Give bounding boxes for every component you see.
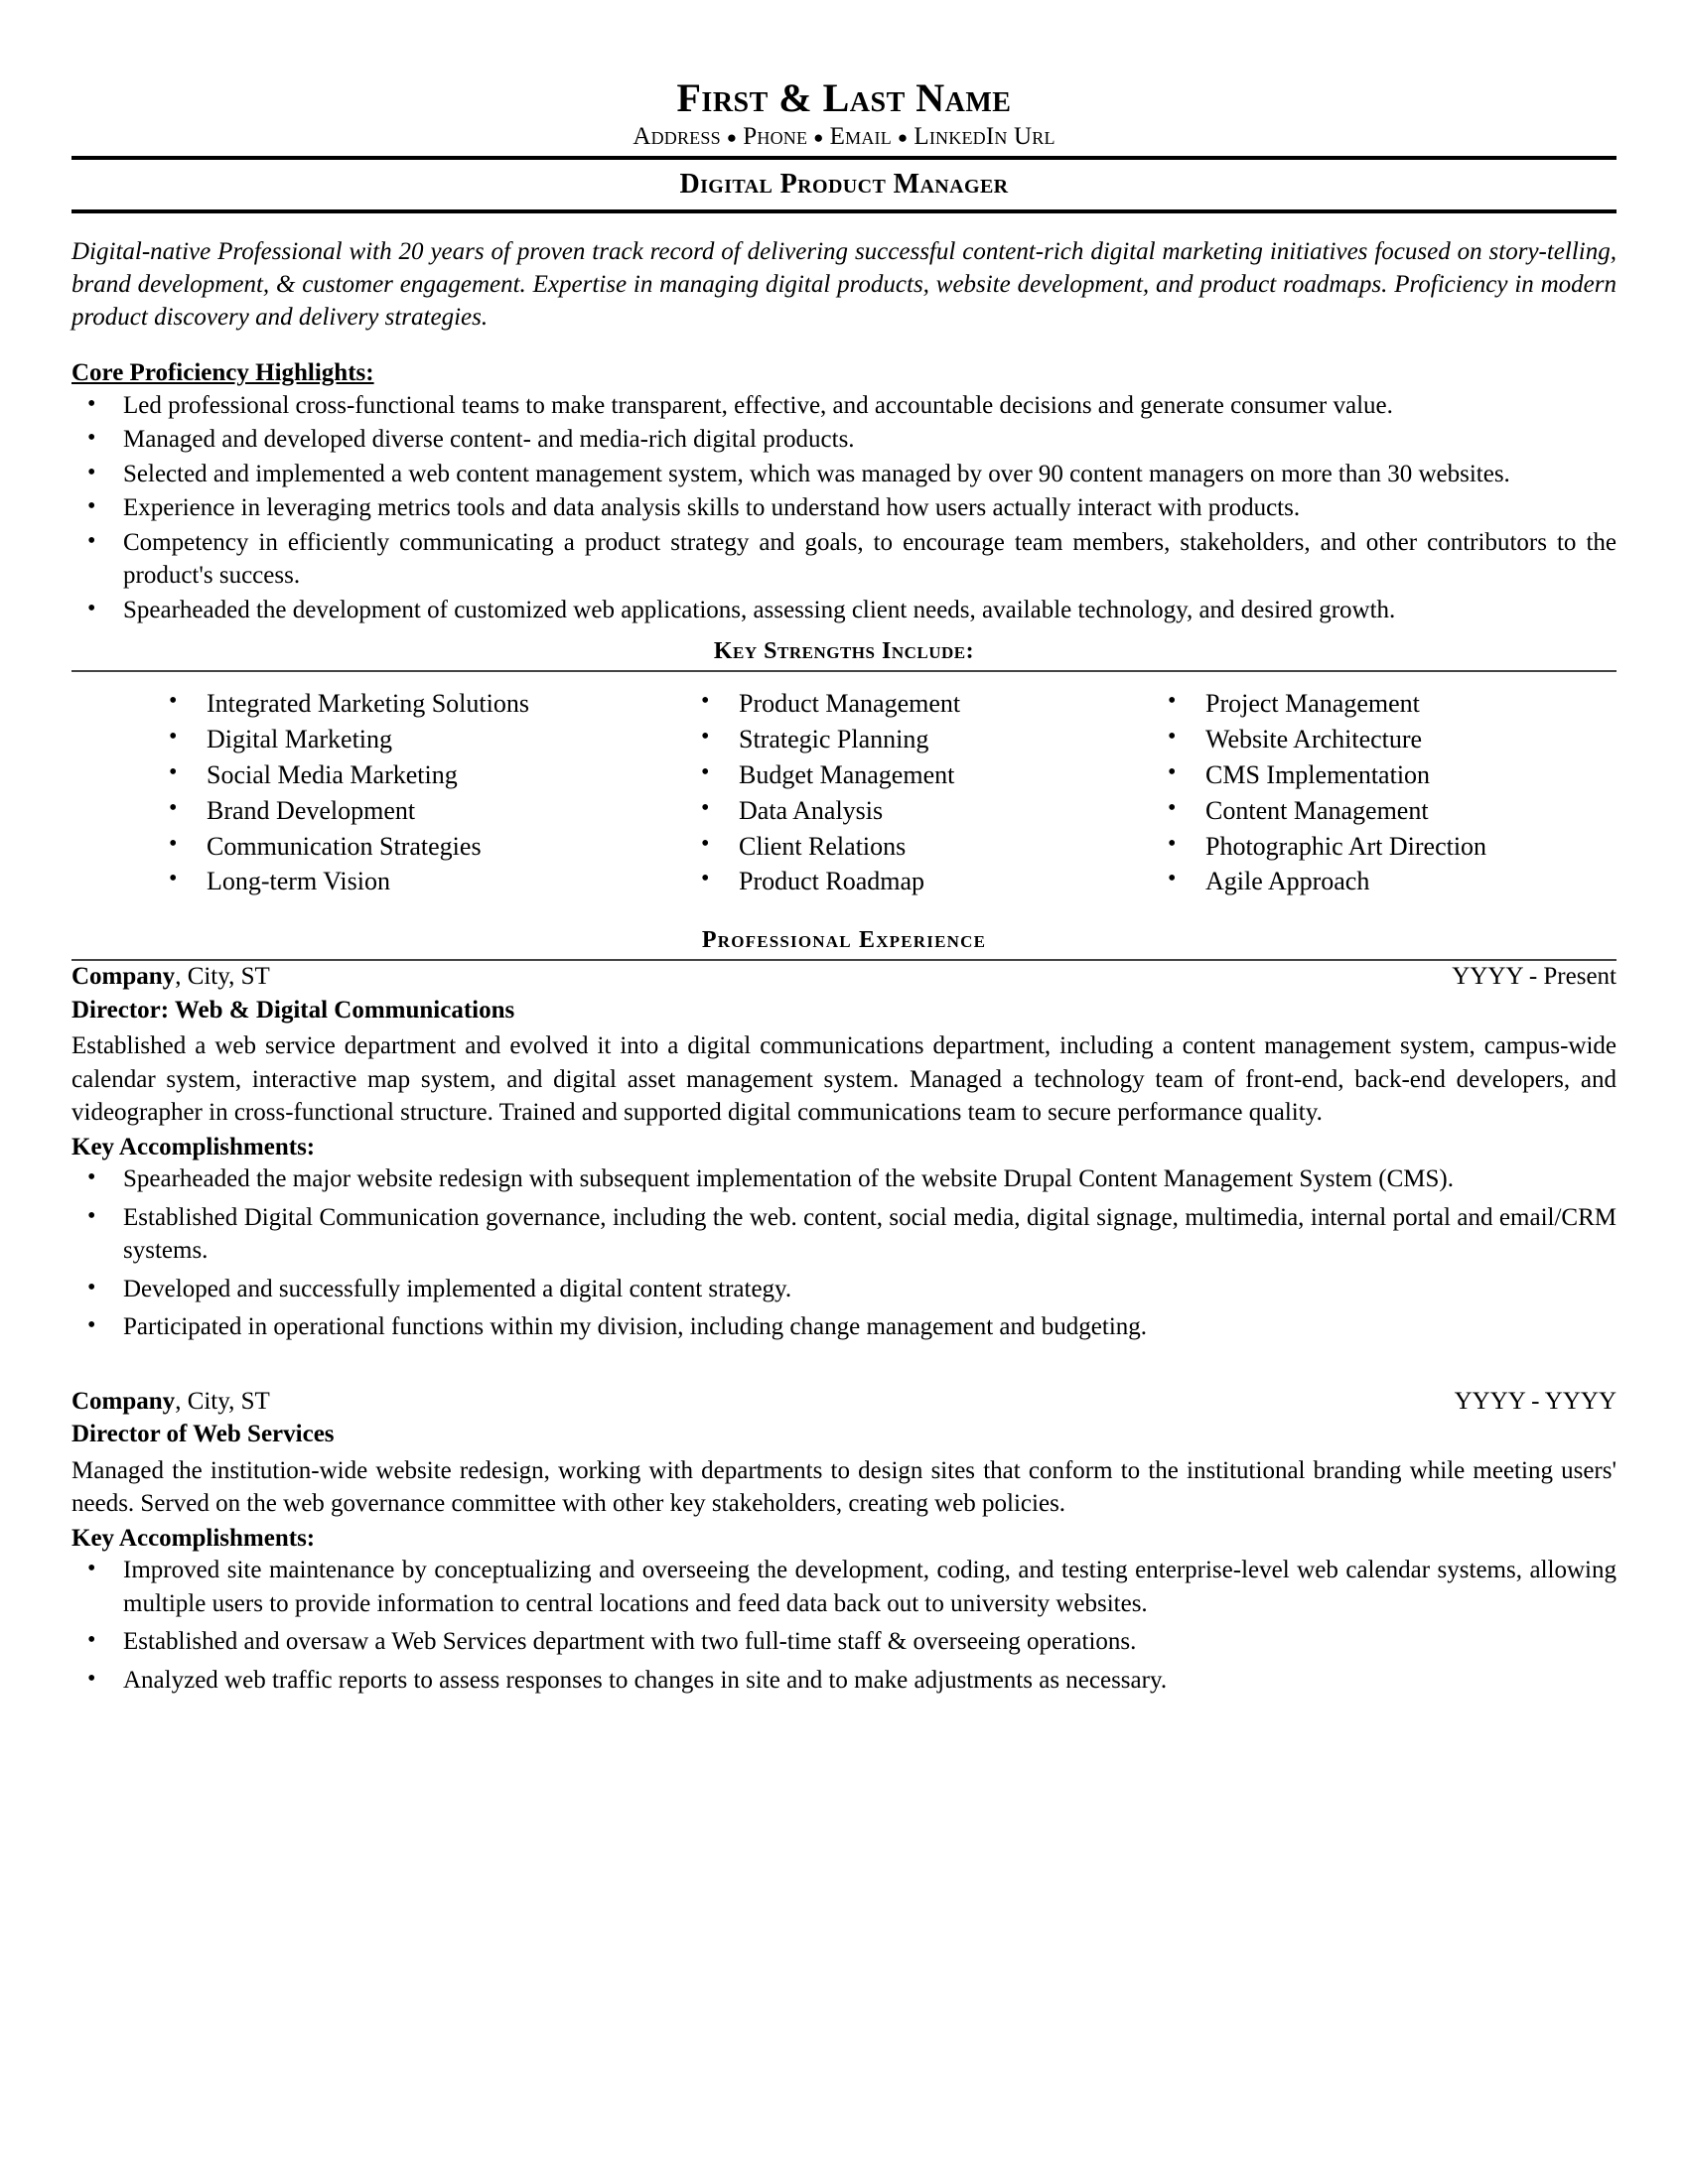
list-item: Participated in operational functions wi… xyxy=(71,1309,1617,1344)
experience-entry: Company, City, ST YYYY - Present Directo… xyxy=(71,961,1617,1343)
experience-company-line: Company, City, ST xyxy=(71,961,270,994)
experience-company-location: , City, ST xyxy=(175,1387,270,1415)
list-item: Brand Development xyxy=(151,792,683,829)
separator-dot-icon: ● xyxy=(897,127,909,147)
list-item: Budget Management xyxy=(683,756,1150,793)
list-item: Agile Approach xyxy=(1150,863,1617,899)
list-item: Managed and developed diverse content- a… xyxy=(71,422,1617,457)
contact-line: Address ● Phone ● Email ● LinkedIn Url xyxy=(71,123,1617,151)
list-item: Client Relations xyxy=(683,828,1150,865)
list-item: CMS Implementation xyxy=(1150,756,1617,793)
target-job-title: Digital Product Manager xyxy=(679,168,1009,200)
list-item: Developed and successfully implemented a… xyxy=(71,1272,1617,1306)
list-item: Established Digital Communication govern… xyxy=(71,1200,1617,1268)
header-divider-bottom xyxy=(71,208,1617,213)
list-item: Established and oversaw a Web Services d… xyxy=(71,1624,1617,1659)
list-item: Competency in efficiently communicating … xyxy=(71,525,1617,593)
core-proficiency-list: Led professional cross-functional teams … xyxy=(71,388,1617,627)
contact-email: Email xyxy=(829,123,892,150)
experience-company-name: Company xyxy=(71,963,176,991)
list-item: Project Management xyxy=(1150,685,1617,722)
core-proficiency-section: Core Proficiency Highlights: Led profess… xyxy=(71,359,1617,627)
list-item: Data Analysis xyxy=(683,792,1150,829)
professional-experience-section: Professional Experience Company, City, S… xyxy=(71,927,1617,1697)
list-item: Led professional cross-functional teams … xyxy=(71,388,1617,423)
contact-phone: Phone xyxy=(743,123,808,150)
list-item: Analyzed web traffic reports to assess r… xyxy=(71,1663,1617,1698)
key-strengths-divider xyxy=(71,670,1617,672)
key-accomplishments-list: Spearheaded the major website redesign w… xyxy=(71,1161,1617,1344)
key-strengths-grid: Integrated Marketing Solutions Digital M… xyxy=(71,685,1617,899)
experience-description: Established a web service department and… xyxy=(71,1032,1617,1126)
experience-role-title: Director: Web & Digital Communications xyxy=(71,996,515,1024)
key-accomplishments-label: Key Accomplishments: xyxy=(71,1134,316,1160)
experience-company-name: Company xyxy=(71,1387,176,1415)
experience-entry-header: Company, City, ST YYYY - YYYY xyxy=(71,1386,1617,1419)
experience-entry: Company, City, ST YYYY - YYYY Director o… xyxy=(71,1386,1617,1698)
list-item: Strategic Planning xyxy=(683,721,1150,757)
core-proficiency-heading: Core Proficiency Highlights: xyxy=(71,358,374,386)
experience-company-location: , City, ST xyxy=(175,963,270,991)
separator-dot-icon: ● xyxy=(813,127,824,147)
list-item: Long-term Vision xyxy=(151,863,683,899)
separator-dot-icon: ● xyxy=(726,127,738,147)
list-item: Product Roadmap xyxy=(683,863,1150,899)
key-strengths-section: Key Strengths Include: Integrated Market… xyxy=(71,638,1617,899)
list-item: Content Management xyxy=(1150,792,1617,829)
contact-address: Address xyxy=(633,123,721,150)
resume-header: First & Last Name Address ● Phone ● Email ● Li… xyxy=(71,77,1617,213)
key-strengths-column-2: Product Management Strategic Planning Bu… xyxy=(683,685,1150,899)
experience-description: Managed the institution-wide website red… xyxy=(71,1456,1617,1517)
key-accomplishments-label: Key Accomplishments: xyxy=(71,1525,316,1552)
list-item: Integrated Marketing Solutions xyxy=(151,685,683,722)
list-item: Product Management xyxy=(683,685,1150,722)
list-item: Digital Marketing xyxy=(151,721,683,757)
experience-entry-header: Company, City, ST YYYY - Present xyxy=(71,961,1617,994)
experience-dates: YYYY - YYYY xyxy=(1454,1387,1617,1415)
list-item: Social Media Marketing xyxy=(151,756,683,793)
list-item: Selected and implemented a web content m… xyxy=(71,457,1617,491)
list-item: Communication Strategies xyxy=(151,828,683,865)
key-strengths-heading: Key Strengths Include: xyxy=(713,638,975,664)
professional-summary: Digital-native Professional with 20 year… xyxy=(71,237,1617,331)
experience-company-line: Company, City, ST xyxy=(71,1386,270,1419)
key-strengths-column-3: Project Management Website Architecture … xyxy=(1150,685,1617,899)
resume-page: First & Last Name Address ● Phone ● Email ● Li… xyxy=(0,0,1688,2184)
key-strengths-column-1: Integrated Marketing Solutions Digital M… xyxy=(151,685,683,899)
contact-linkedin: LinkedIn Url xyxy=(914,123,1055,150)
list-item: Website Architecture xyxy=(1150,721,1617,757)
experience-role-title: Director of Web Services xyxy=(71,1421,335,1447)
candidate-name: First & Last Name xyxy=(676,75,1012,120)
list-item: Spearheaded the development of customize… xyxy=(71,593,1617,627)
list-item: Experience in leveraging metrics tools a… xyxy=(71,490,1617,525)
list-item: Photographic Art Direction xyxy=(1150,828,1617,865)
key-accomplishments-list: Improved site maintenance by conceptuali… xyxy=(71,1553,1617,1698)
experience-dates: YYYY - Present xyxy=(1452,963,1617,991)
list-item: Improved site maintenance by conceptuali… xyxy=(71,1553,1617,1620)
list-item: Spearheaded the major website redesign w… xyxy=(71,1161,1617,1196)
professional-experience-heading: Professional Experience xyxy=(701,927,987,954)
